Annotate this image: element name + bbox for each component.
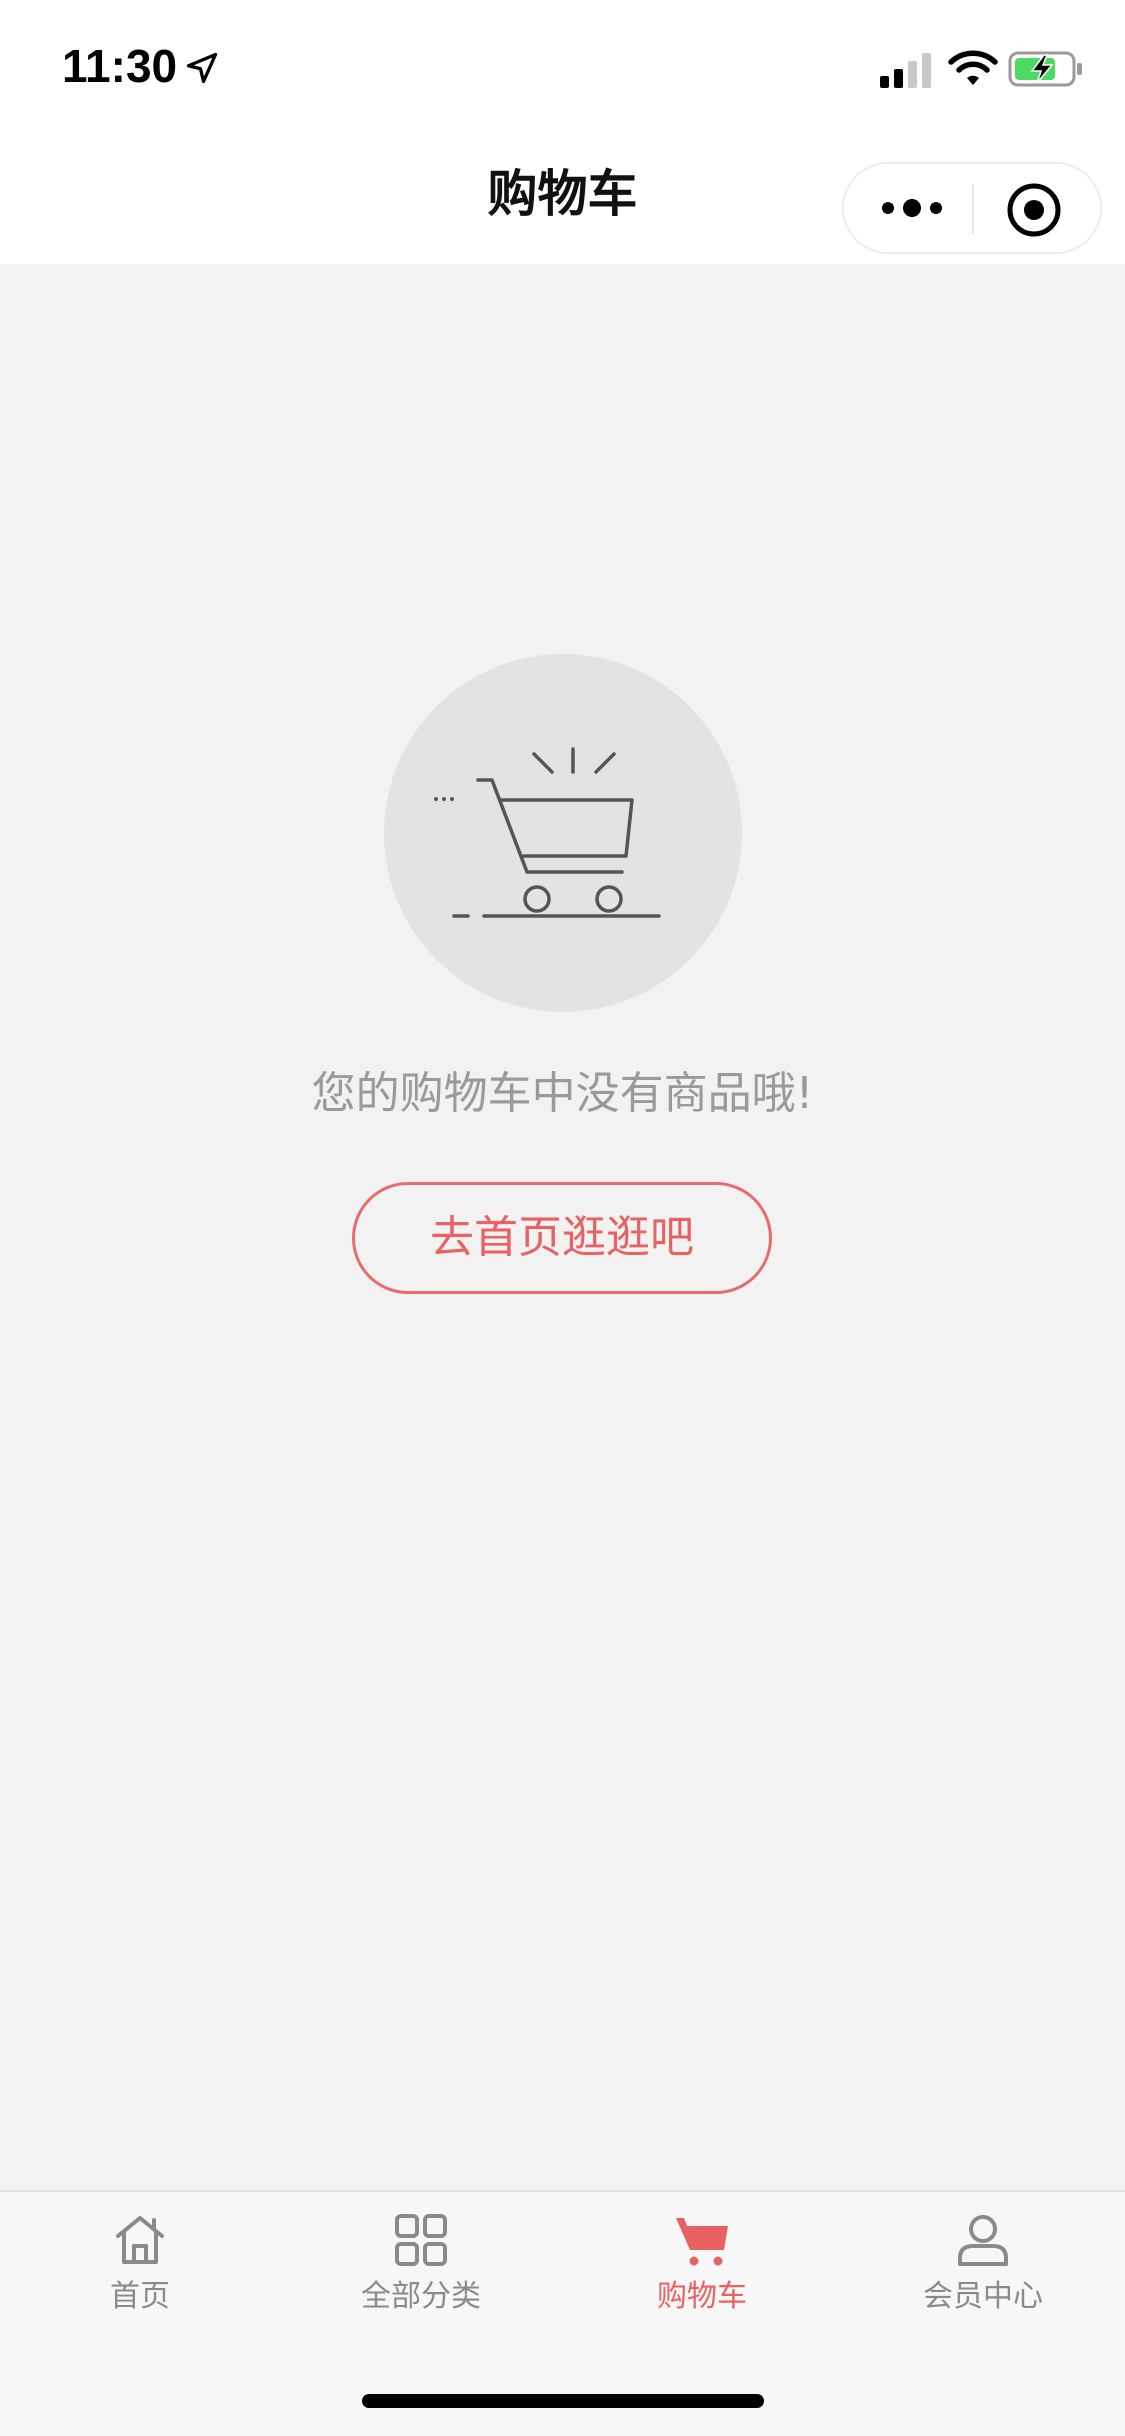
go-home-button[interactable]: 去首页逛逛吧 — [352, 1182, 772, 1294]
wifi-icon — [948, 50, 998, 85]
more-dots-icon[interactable] — [872, 180, 952, 236]
signal-icon — [880, 53, 931, 88]
tab-member[interactable]: 会员中心 — [883, 2206, 1083, 2326]
navigation-bar: 购物车 — [0, 132, 1125, 264]
empty-cart-illustration — [384, 654, 742, 1012]
tab-home-label: 首页 — [110, 2279, 170, 2314]
capsule-divider — [972, 184, 974, 234]
tab-cart-label: 购物车 — [657, 2279, 747, 2314]
mini-program-capsule — [842, 162, 1102, 254]
status-time: 11:30 — [62, 40, 178, 92]
grid-icon — [395, 2214, 447, 2266]
tab-categories[interactable]: 全部分类 — [321, 2206, 521, 2326]
home-icon — [116, 2216, 164, 2264]
status-bar: 11:30 — [0, 0, 1125, 132]
tab-member-label: 会员中心 — [923, 2279, 1043, 2314]
tab-cart[interactable]: 购物车 — [602, 2206, 802, 2326]
user-icon — [958, 2215, 1008, 2266]
battery-charging-icon — [1008, 51, 1082, 87]
home-indicator — [362, 2394, 764, 2408]
cart-icon — [676, 2218, 728, 2266]
tab-categories-label: 全部分类 — [361, 2279, 481, 2314]
empty-cart-message: 您的购物车中没有商品哦! — [311, 1068, 814, 1119]
empty-cart-icon — [434, 747, 661, 918]
target-circle-icon[interactable] — [1002, 178, 1066, 242]
location-arrow-icon — [186, 52, 218, 84]
tab-home[interactable]: 首页 — [40, 2206, 240, 2326]
